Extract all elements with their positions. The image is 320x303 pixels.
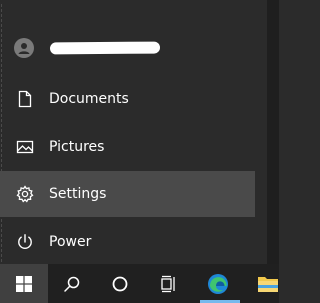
menu-item-documents[interactable]: Documents	[0, 76, 255, 122]
taskbar	[0, 264, 279, 303]
power-icon	[15, 232, 35, 252]
search-icon	[64, 276, 80, 292]
file-explorer-button[interactable]	[250, 264, 279, 303]
search-button[interactable]	[48, 264, 96, 303]
start-menu-screen: Documents Pictures Settings Power	[0, 0, 279, 303]
edge-browser-button[interactable]	[196, 264, 244, 303]
account-button[interactable]	[0, 24, 267, 72]
menu-item-power[interactable]: Power	[0, 219, 255, 265]
menu-item-pictures[interactable]: Pictures	[0, 124, 255, 170]
menu-item-label: Documents	[49, 91, 129, 107]
redacted-username	[49, 41, 161, 55]
cortana-button[interactable]	[96, 264, 144, 303]
file-explorer-icon	[258, 277, 278, 292]
edge-browser-icon	[208, 274, 228, 294]
pictures-icon	[15, 137, 35, 157]
start-button[interactable]	[0, 264, 48, 303]
gear-icon	[15, 184, 35, 204]
cortana-icon	[112, 276, 128, 292]
tiles-area-edge	[267, 0, 279, 264]
user-avatar-icon	[14, 38, 34, 58]
windows-start-icon	[16, 276, 32, 292]
menu-item-label: Settings	[49, 186, 107, 202]
start-menu-pane: Documents Pictures Settings Power	[0, 0, 279, 264]
menu-item-label: Pictures	[49, 139, 105, 155]
document-icon	[15, 89, 35, 109]
menu-item-label: Power	[49, 234, 92, 250]
task-view-icon	[161, 275, 175, 293]
menu-item-settings[interactable]: Settings	[0, 171, 255, 217]
task-view-button[interactable]	[144, 264, 192, 303]
